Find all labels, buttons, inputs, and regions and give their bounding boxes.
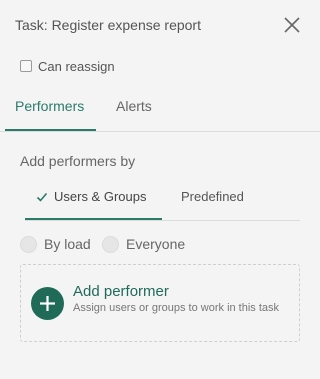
panel-title: Task: Register expense report <box>15 17 201 33</box>
everyone-label: Everyone <box>126 236 186 252</box>
tab-alerts[interactable]: Alerts <box>116 98 152 114</box>
task-settings-panel: Task: Register expense report Can reassi… <box>0 0 320 379</box>
close-icon <box>284 17 300 33</box>
by-load-radio[interactable] <box>20 235 37 253</box>
close-button[interactable] <box>281 14 303 36</box>
can-reassign-option[interactable]: Can reassign <box>20 57 115 75</box>
subtab-users-groups[interactable]: Users & Groups <box>36 189 146 204</box>
panel-header: Task: Register expense report <box>0 0 320 50</box>
add-performer-description: Assign users or groups to work in this t… <box>73 302 280 314</box>
by-load-option[interactable]: By load <box>20 234 91 254</box>
subtab-predefined-label: Predefined <box>181 189 244 204</box>
check-icon <box>36 192 48 202</box>
main-tabs: Performers Alerts <box>0 88 320 132</box>
active-subtab-indicator <box>25 218 162 220</box>
can-reassign-label: Can reassign <box>38 58 115 74</box>
can-reassign-checkbox[interactable] <box>20 60 32 72</box>
plus-icon <box>40 296 55 311</box>
active-tab-indicator <box>5 129 96 131</box>
add-performer-icon-button[interactable] <box>31 287 64 320</box>
tab-performers[interactable]: Performers <box>15 98 84 114</box>
add-performer-title: Add performer <box>73 283 169 300</box>
performer-source-tabs: Users & Groups Predefined <box>25 181 300 221</box>
everyone-radio[interactable] <box>102 235 119 253</box>
everyone-option[interactable]: Everyone <box>102 234 185 254</box>
subtab-users-groups-label: Users & Groups <box>54 189 147 204</box>
add-performers-by-label: Add performers by <box>20 153 136 169</box>
add-performer-button[interactable]: Add performer Assign users or groups to … <box>20 264 300 342</box>
subtab-predefined[interactable]: Predefined <box>181 189 244 204</box>
by-load-label: By load <box>44 236 91 252</box>
